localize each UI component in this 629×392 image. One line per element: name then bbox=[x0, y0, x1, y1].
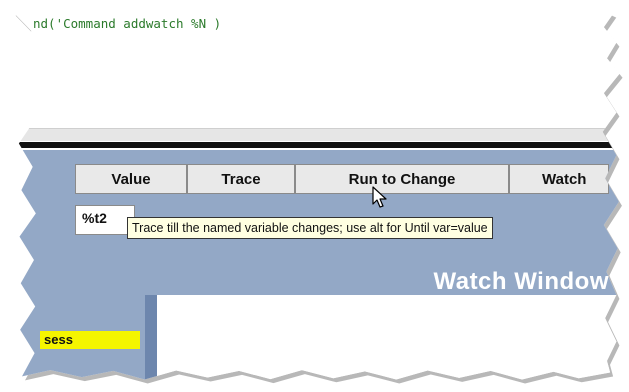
run-to-change-tooltip: Trace till the named variable changes; u… bbox=[127, 217, 493, 239]
code-editor[interactable]: nd('Command addwatch %N ) bbox=[12, 3, 620, 128]
panel-separator bbox=[12, 142, 620, 148]
editor-status-strip bbox=[12, 128, 620, 141]
screenshot-frame: nd('Command addwatch %N ) Value Trace Ru… bbox=[12, 3, 620, 380]
value-button[interactable]: Value bbox=[75, 164, 187, 194]
run-to-change-button[interactable]: Run to Change bbox=[295, 164, 509, 194]
session-item[interactable]: sess bbox=[40, 331, 140, 349]
watch-toolbar: Value Trace Run to Change Watch bbox=[75, 164, 609, 194]
watch-button[interactable]: Watch bbox=[509, 164, 609, 194]
watch-window-title: Watch Window bbox=[433, 268, 609, 295]
mouse-pointer-icon bbox=[372, 186, 387, 208]
watch-variable-field[interactable]: %t2 bbox=[75, 205, 135, 235]
code-line: nd('Command addwatch %N ) bbox=[33, 16, 222, 31]
pane-splitter[interactable] bbox=[145, 295, 157, 380]
trace-button[interactable]: Trace bbox=[187, 164, 295, 194]
